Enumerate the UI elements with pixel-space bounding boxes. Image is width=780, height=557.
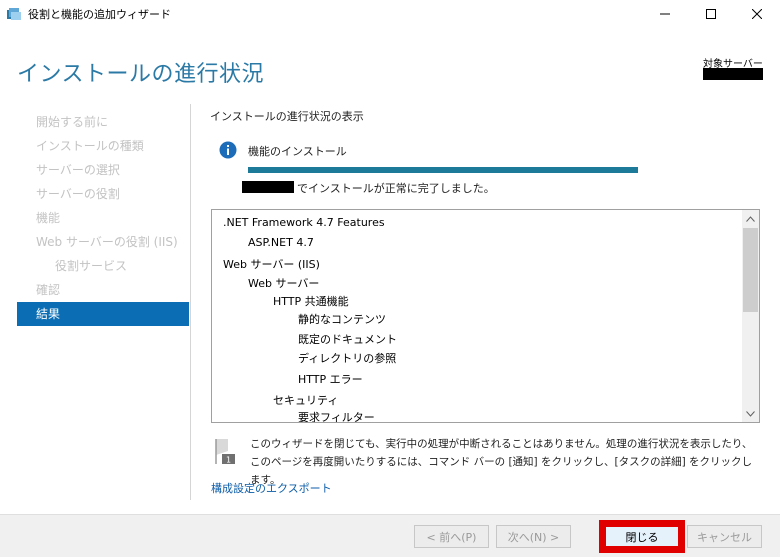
list-item: セキュリティ [273, 394, 339, 407]
wizard-nav: 開始する前に インストールの種類 サーバーの選択 サーバーの役割 機能 Web … [17, 110, 189, 326]
list-item: 要求フィルター [298, 411, 375, 423]
next-button[interactable]: 次へ(N) > [496, 525, 571, 548]
title-bar: 役割と機能の追加ウィザード [0, 0, 780, 28]
nav-item-server-roles: サーバーの役割 [36, 187, 120, 201]
close-window-button[interactable] [734, 0, 780, 28]
flag-note-icon: 1 [215, 439, 235, 465]
server-name-redacted [242, 181, 294, 193]
section-title: インストールの進行状況の表示 [210, 110, 364, 123]
install-status-label: 機能のインストール [248, 145, 347, 158]
list-item: 既定のドキュメント [298, 333, 397, 346]
window-title: 役割と機能の追加ウィザード [28, 8, 171, 21]
nav-item-server-selection: サーバーの選択 [36, 163, 120, 177]
list-item: ASP.NET 4.7 [248, 236, 314, 249]
nav-item-role-services: 役割サービス [55, 259, 128, 273]
list-item: HTTP エラー [298, 373, 363, 386]
feature-list[interactable]: .NET Framework 4.7 Features ASP.NET 4.7 … [211, 209, 760, 423]
cancel-button[interactable]: キャンセル [687, 525, 762, 548]
nav-item-web-server-role: Web サーバーの役割 (IIS) [36, 235, 178, 249]
maximize-icon [706, 9, 716, 19]
page-title: インストールの進行状況 [17, 62, 265, 87]
target-server-redacted [703, 68, 763, 80]
close-button[interactable]: 閉じる [599, 520, 685, 553]
nav-item-results[interactable]: 結果 [17, 302, 189, 326]
nav-item-features: 機能 [36, 211, 61, 225]
nav-divider [190, 104, 191, 500]
list-item: Web サーバー [248, 277, 320, 290]
list-item: ディレクトリの参照 [298, 352, 397, 365]
export-config-link[interactable]: 構成設定のエクスポート [211, 480, 332, 496]
nav-item-confirmation: 確認 [36, 283, 61, 297]
progress-fill [248, 167, 638, 173]
list-item: Web サーバー (IIS) [223, 258, 320, 271]
nav-item-installation-type: インストールの種類 [36, 139, 144, 153]
scroll-down-button[interactable] [742, 405, 759, 422]
previous-button[interactable]: < 前へ(P) [414, 525, 489, 548]
minimize-icon [660, 13, 670, 15]
info-icon [219, 141, 237, 159]
minimize-button[interactable] [642, 0, 688, 28]
scroll-up-button[interactable] [742, 210, 759, 227]
chevron-down-icon [746, 410, 755, 417]
maximize-button[interactable] [688, 0, 734, 28]
list-item: 静的なコンテンツ [298, 313, 386, 326]
feature-list-scrollbar[interactable] [742, 210, 759, 422]
server-manager-icon [7, 8, 21, 20]
scroll-thumb[interactable] [743, 228, 758, 312]
close-icon [752, 9, 762, 19]
install-progress-bar [248, 167, 638, 173]
list-item: HTTP 共通機能 [273, 295, 349, 308]
list-item: .NET Framework 4.7 Features [223, 216, 385, 229]
success-message: でインストールが正常に完了しました。 [297, 182, 495, 195]
nav-item-before-you-begin: 開始する前に [36, 115, 109, 129]
svg-text:1: 1 [226, 456, 231, 465]
chevron-up-icon [746, 215, 755, 222]
